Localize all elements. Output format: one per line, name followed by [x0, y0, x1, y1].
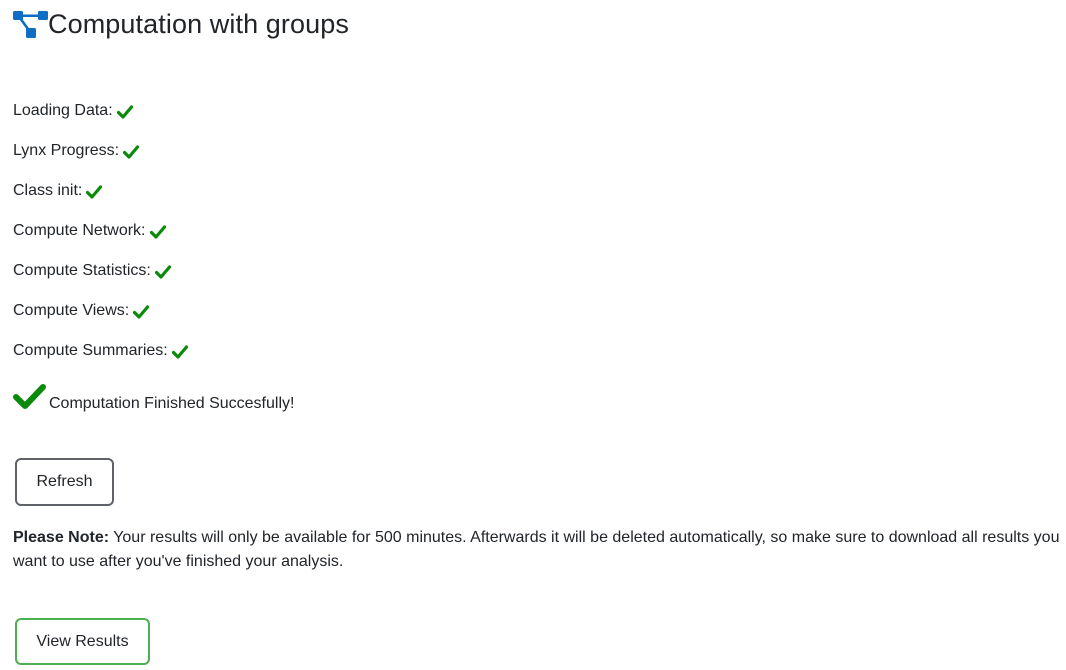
note-prefix: Please Note: [13, 529, 110, 546]
status-label: Class init: [13, 182, 83, 199]
finished-text: Computation Finished Succesfully! [49, 395, 295, 412]
status-item-compute-views: Compute Views: [13, 299, 188, 339]
view-results-button[interactable]: View Results [15, 618, 150, 665]
diagram-tree-icon [13, 9, 48, 39]
status-item-compute-network: Compute Network: [13, 219, 188, 259]
check-icon [133, 303, 150, 319]
status-item-compute-summaries: Compute Summaries: [13, 339, 188, 379]
retention-note: Please Note: Your results will only be a… [13, 526, 1063, 574]
status-item-class-init: Class init: [13, 179, 188, 219]
check-icon [123, 143, 140, 159]
check-icon [86, 183, 103, 199]
note-text: Your results will only be available for … [13, 529, 1060, 570]
check-icon [149, 223, 166, 239]
finished-message: Computation Finished Succesfully! [13, 381, 294, 413]
page-title: Computation with groups [48, 9, 349, 39]
check-icon [171, 343, 188, 359]
check-icon [116, 103, 133, 119]
status-label: Compute Statistics: [13, 262, 151, 279]
status-label: Compute Network: [13, 222, 146, 239]
status-label: Compute Summaries: [13, 342, 168, 359]
status-label: Lynx Progress: [13, 142, 120, 159]
header: Computation with groups [13, 7, 349, 41]
status-label: Compute Views: [13, 302, 130, 319]
refresh-button[interactable]: Refresh [15, 458, 114, 506]
status-item-lynx-progress: Lynx Progress: [13, 139, 188, 179]
status-label: Loading Data: [13, 102, 113, 119]
large-check-icon [13, 383, 46, 411]
check-icon [154, 263, 171, 279]
status-list: Loading Data: Lynx Progress: Class init:… [13, 99, 188, 379]
status-item-loading-data: Loading Data: [13, 99, 188, 139]
status-item-compute-statistics: Compute Statistics: [13, 259, 188, 299]
